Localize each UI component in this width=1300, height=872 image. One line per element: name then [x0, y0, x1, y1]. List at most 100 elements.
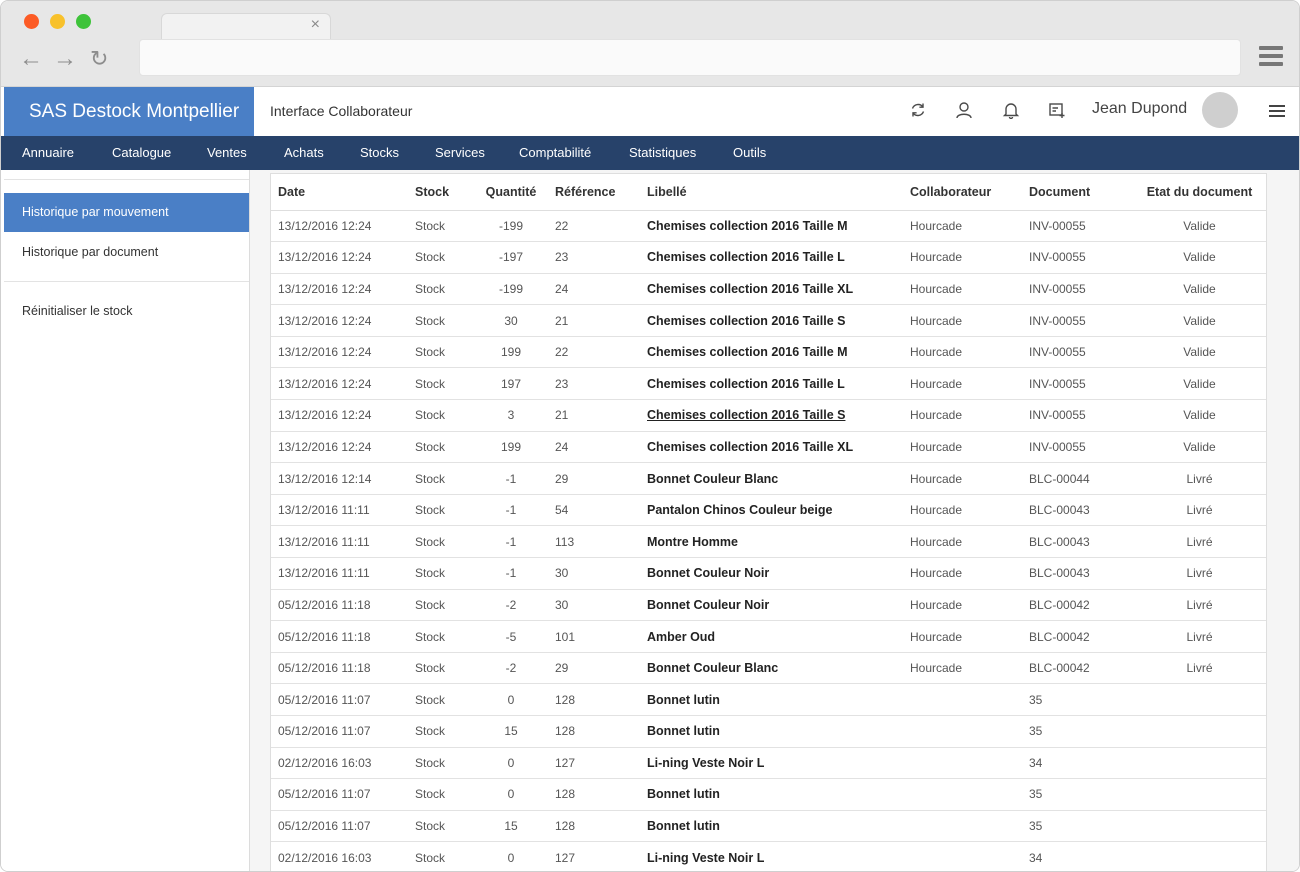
cell-libelle[interactable]: Chemises collection 2016 Taille L — [640, 367, 903, 401]
cell-date: 05/12/2016 11:07 — [271, 810, 408, 843]
table-row[interactable]: 05/12/2016 11:07 Stock 15 128 Bonnet lutin 35 — [271, 715, 1266, 748]
cell-document: INV-00055 — [1022, 210, 1131, 243]
brand-title[interactable]: SAS Destock Montpellier — [4, 87, 254, 136]
add-note-icon[interactable] — [1047, 101, 1067, 121]
address-bar[interactable] — [139, 39, 1241, 76]
cell-libelle[interactable]: Li-ning Veste Noir L — [640, 747, 903, 780]
table-row[interactable]: 13/12/2016 11:11 Stock -1 113 Montre Homme Ho… — [271, 525, 1266, 559]
cell-etat: Valide — [1131, 367, 1266, 401]
cell-libelle[interactable]: Pantalon Chinos Couleur beige — [640, 494, 903, 527]
cell-etat: Livré — [1131, 557, 1266, 590]
table-row[interactable]: 05/12/2016 11:18 Stock -2 30 Bonnet Couleur … — [271, 589, 1266, 622]
table-row[interactable]: 13/12/2016 12:24 Stock -199 22 Chemises coll… — [271, 210, 1266, 243]
minimize-window-button[interactable] — [50, 14, 65, 29]
nav-item-services[interactable]: Services — [435, 136, 485, 170]
column-header-stock[interactable]: Stock — [408, 174, 474, 211]
table-row[interactable]: 02/12/2016 16:03 Stock 0 127 Li-ning Veste N… — [271, 747, 1266, 780]
nav-item-catalogue[interactable]: Catalogue — [112, 136, 171, 170]
column-header-etat[interactable]: Etat du document — [1131, 174, 1266, 211]
users-icon[interactable] — [954, 101, 974, 121]
column-header-document[interactable]: Document — [1022, 174, 1131, 211]
tab-close-icon[interactable]: × — [311, 16, 320, 34]
avatar[interactable] — [1202, 92, 1238, 128]
cell-libelle[interactable]: Bonnet lutin — [640, 810, 903, 843]
sidebar-item-historique-mouvement[interactable]: Historique par mouvement — [4, 193, 249, 232]
table-row[interactable]: 05/12/2016 11:07 Stock 15 128 Bonnet lutin 35 — [271, 810, 1266, 843]
table-row[interactable]: 02/12/2016 16:03 Stock 0 127 Li-ning Veste N… — [271, 841, 1266, 871]
browser-chrome: × ← → ↻ — [1, 1, 1299, 87]
nav-item-stocks[interactable]: Stocks — [360, 136, 399, 170]
back-arrow-icon[interactable]: ← — [19, 45, 43, 73]
column-header-libelle[interactable]: Libellé — [640, 174, 903, 211]
cell-libelle[interactable]: Chemises collection 2016 Taille XL — [640, 273, 903, 306]
table-row[interactable]: 13/12/2016 12:24 Stock 199 24 Chemises colle… — [271, 431, 1266, 464]
cell-libelle[interactable]: Chemises collection 2016 Taille L — [640, 241, 903, 274]
sidebar-item-reinitialiser-stock[interactable]: Réinitialiser le stock — [4, 292, 249, 330]
cell-document: 34 — [1022, 747, 1131, 780]
cell-stock: Stock — [408, 620, 474, 653]
user-name[interactable]: Jean Dupond — [1092, 100, 1187, 118]
cell-libelle[interactable]: Bonnet lutin — [640, 683, 903, 716]
browser-menu-icon[interactable] — [1259, 46, 1283, 68]
column-header-collaborateur[interactable]: Collaborateur — [903, 174, 1022, 211]
nav-item-ventes[interactable]: Ventes — [207, 136, 247, 170]
sidebar-item-historique-document[interactable]: Historique par document — [4, 233, 249, 271]
table-row[interactable]: 13/12/2016 11:11 Stock -1 54 Pantalon Chinos… — [271, 494, 1266, 527]
cell-libelle[interactable]: Bonnet Couleur Noir — [640, 589, 903, 622]
cell-libelle[interactable]: Li-ning Veste Noir L — [640, 841, 903, 871]
cell-libelle[interactable]: Bonnet Couleur Blanc — [640, 652, 903, 685]
cell-libelle[interactable]: Bonnet lutin — [640, 778, 903, 811]
scrollbar-track[interactable] — [1267, 173, 1299, 871]
nav-item-outils[interactable]: Outils — [733, 136, 766, 170]
cell-libelle[interactable]: Bonnet Couleur Noir — [640, 557, 903, 590]
menu-icon[interactable] — [1269, 105, 1285, 118]
cell-libelle[interactable]: Bonnet Couleur Blanc — [640, 462, 903, 495]
nav-item-annuaire[interactable]: Annuaire — [22, 136, 74, 170]
table-row[interactable]: 13/12/2016 12:24 Stock 197 23 Chemises colle… — [271, 367, 1266, 401]
table-row[interactable]: 05/12/2016 11:18 Stock -2 29 Bonnet Couleur … — [271, 652, 1266, 685]
column-header-date[interactable]: Date — [271, 174, 408, 211]
cell-etat — [1131, 683, 1266, 716]
nav-item-achats[interactable]: Achats — [284, 136, 324, 170]
table-row[interactable]: 05/12/2016 11:18 Stock -5 101 Amber Oud Hourc… — [271, 620, 1266, 653]
table-row[interactable]: 13/12/2016 12:24 Stock 3 21 Chemises collect… — [271, 399, 1266, 432]
cell-collaborateur: Hourcade — [903, 241, 1022, 274]
table-row[interactable]: 13/12/2016 12:24 Stock 30 21 Chemises collec… — [271, 304, 1266, 337]
maximize-window-button[interactable] — [76, 14, 91, 29]
cell-collaborateur: Hourcade — [903, 210, 1022, 243]
cell-libelle[interactable]: Chemises collection 2016 Taille S — [640, 304, 903, 337]
forward-arrow-icon[interactable]: → — [53, 45, 77, 73]
nav-item-comptabilite[interactable]: Comptabilité — [519, 136, 591, 170]
table-row[interactable]: 13/12/2016 12:24 Stock -199 24 Chemises coll… — [271, 273, 1266, 306]
cell-document: BLC-00043 — [1022, 494, 1131, 527]
cell-stock: Stock — [408, 747, 474, 780]
cell-libelle[interactable]: Chemises collection 2016 Taille M — [640, 336, 903, 369]
cell-collaborateur — [903, 715, 1022, 748]
nav-item-statistiques[interactable]: Statistiques — [629, 136, 696, 170]
table-row[interactable]: 05/12/2016 11:07 Stock 0 128 Bonnet lutin 35 — [271, 683, 1266, 716]
cell-libelle[interactable]: Chemises collection 2016 Taille S — [640, 399, 903, 432]
cell-date: 02/12/2016 16:03 — [271, 747, 408, 780]
cell-libelle[interactable]: Montre Homme — [640, 525, 903, 559]
refresh-icon[interactable] — [908, 101, 928, 121]
cell-libelle[interactable]: Chemises collection 2016 Taille M — [640, 210, 903, 243]
column-header-reference[interactable]: Référence — [548, 174, 640, 211]
reload-icon[interactable]: ↻ — [90, 45, 108, 73]
column-header-quantite[interactable]: Quantité — [474, 174, 548, 211]
close-window-button[interactable] — [24, 14, 39, 29]
browser-tab[interactable]: × — [161, 13, 331, 39]
cell-libelle[interactable]: Amber Oud — [640, 620, 903, 653]
cell-document: 34 — [1022, 841, 1131, 871]
cell-libelle[interactable]: Chemises collection 2016 Taille XL — [640, 431, 903, 464]
cell-quantite: -1 — [474, 557, 548, 590]
cell-reference: 128 — [548, 715, 640, 748]
table-row[interactable]: 13/12/2016 12:24 Stock -197 23 Chemises coll… — [271, 241, 1266, 274]
bell-icon[interactable] — [1001, 101, 1021, 121]
table-row[interactable]: 13/12/2016 12:24 Stock 199 22 Chemises colle… — [271, 336, 1266, 369]
cell-libelle[interactable]: Bonnet lutin — [640, 715, 903, 748]
cell-quantite: 0 — [474, 841, 548, 871]
table-row[interactable]: 05/12/2016 11:07 Stock 0 128 Bonnet lutin 35 — [271, 778, 1266, 811]
table-row[interactable]: 13/12/2016 12:14 Stock -1 29 Bonnet Couleur … — [271, 462, 1266, 495]
table-row[interactable]: 13/12/2016 11:11 Stock -1 30 Bonnet Couleur … — [271, 557, 1266, 590]
cell-date: 13/12/2016 12:24 — [271, 431, 408, 464]
